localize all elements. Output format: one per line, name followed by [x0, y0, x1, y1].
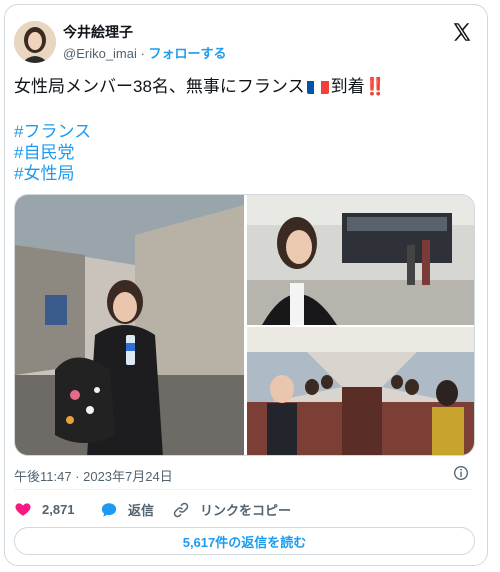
- photo-airport-portrait[interactable]: [15, 195, 244, 455]
- hashtag-france[interactable]: #フランス: [14, 121, 91, 142]
- media-grid: [14, 194, 475, 456]
- tweet-text-main: 女性局メンバー38名、無事にフランス: [14, 77, 305, 96]
- tweet-card: 今井絵理子 @Eriko_imai · フォローする 女性局メンバー38名、無事…: [4, 4, 488, 566]
- tweet-text: 女性局メンバー38名、無事にフランス 到着‼️: [14, 75, 386, 98]
- divider: [14, 489, 473, 490]
- avatar[interactable]: [14, 21, 56, 63]
- read-replies-button[interactable]: 5,617件の返信を読む: [14, 527, 475, 555]
- copy-link-label: リンクをコピー: [200, 503, 292, 518]
- france-flag-icon: [306, 79, 329, 94]
- info-icon[interactable]: [453, 465, 469, 481]
- hashtag-list: #フランス #自民党 #女性局: [14, 121, 91, 184]
- link-icon: [173, 502, 189, 517]
- heart-icon: [15, 503, 31, 516]
- reply-label: 返信: [128, 503, 155, 518]
- handle-separator: ·: [140, 46, 145, 61]
- tweet-text-arrival: 到着: [330, 77, 365, 96]
- reply-button[interactable]: 返信: [100, 500, 154, 519]
- photo-terminal-bus[interactable]: [247, 195, 474, 325]
- follow-button[interactable]: フォローする: [148, 46, 226, 61]
- hashtag-ldp[interactable]: #自民党: [14, 142, 91, 163]
- author-handle-line: @Eriko_imai · フォローする: [63, 43, 227, 62]
- author-display-name[interactable]: 今井絵理子: [63, 22, 133, 42]
- x-logo-icon[interactable]: [451, 21, 473, 43]
- like-button[interactable]: 2,871: [14, 500, 75, 518]
- tweet-timestamp[interactable]: 午後11:47 · 2023年7月24日: [14, 466, 173, 485]
- avatar-image: [14, 21, 56, 63]
- author-handle[interactable]: @Eriko_imai: [63, 46, 137, 61]
- double-exclamation-icon: ‼️: [364, 77, 386, 96]
- hashtag-women-bureau[interactable]: #女性局: [14, 163, 91, 184]
- photo-bus-interior[interactable]: [247, 327, 474, 455]
- copy-link-button[interactable]: リンクをコピー: [172, 500, 291, 519]
- speech-bubble-icon: [101, 502, 117, 517]
- like-count: 2,871: [42, 501, 75, 517]
